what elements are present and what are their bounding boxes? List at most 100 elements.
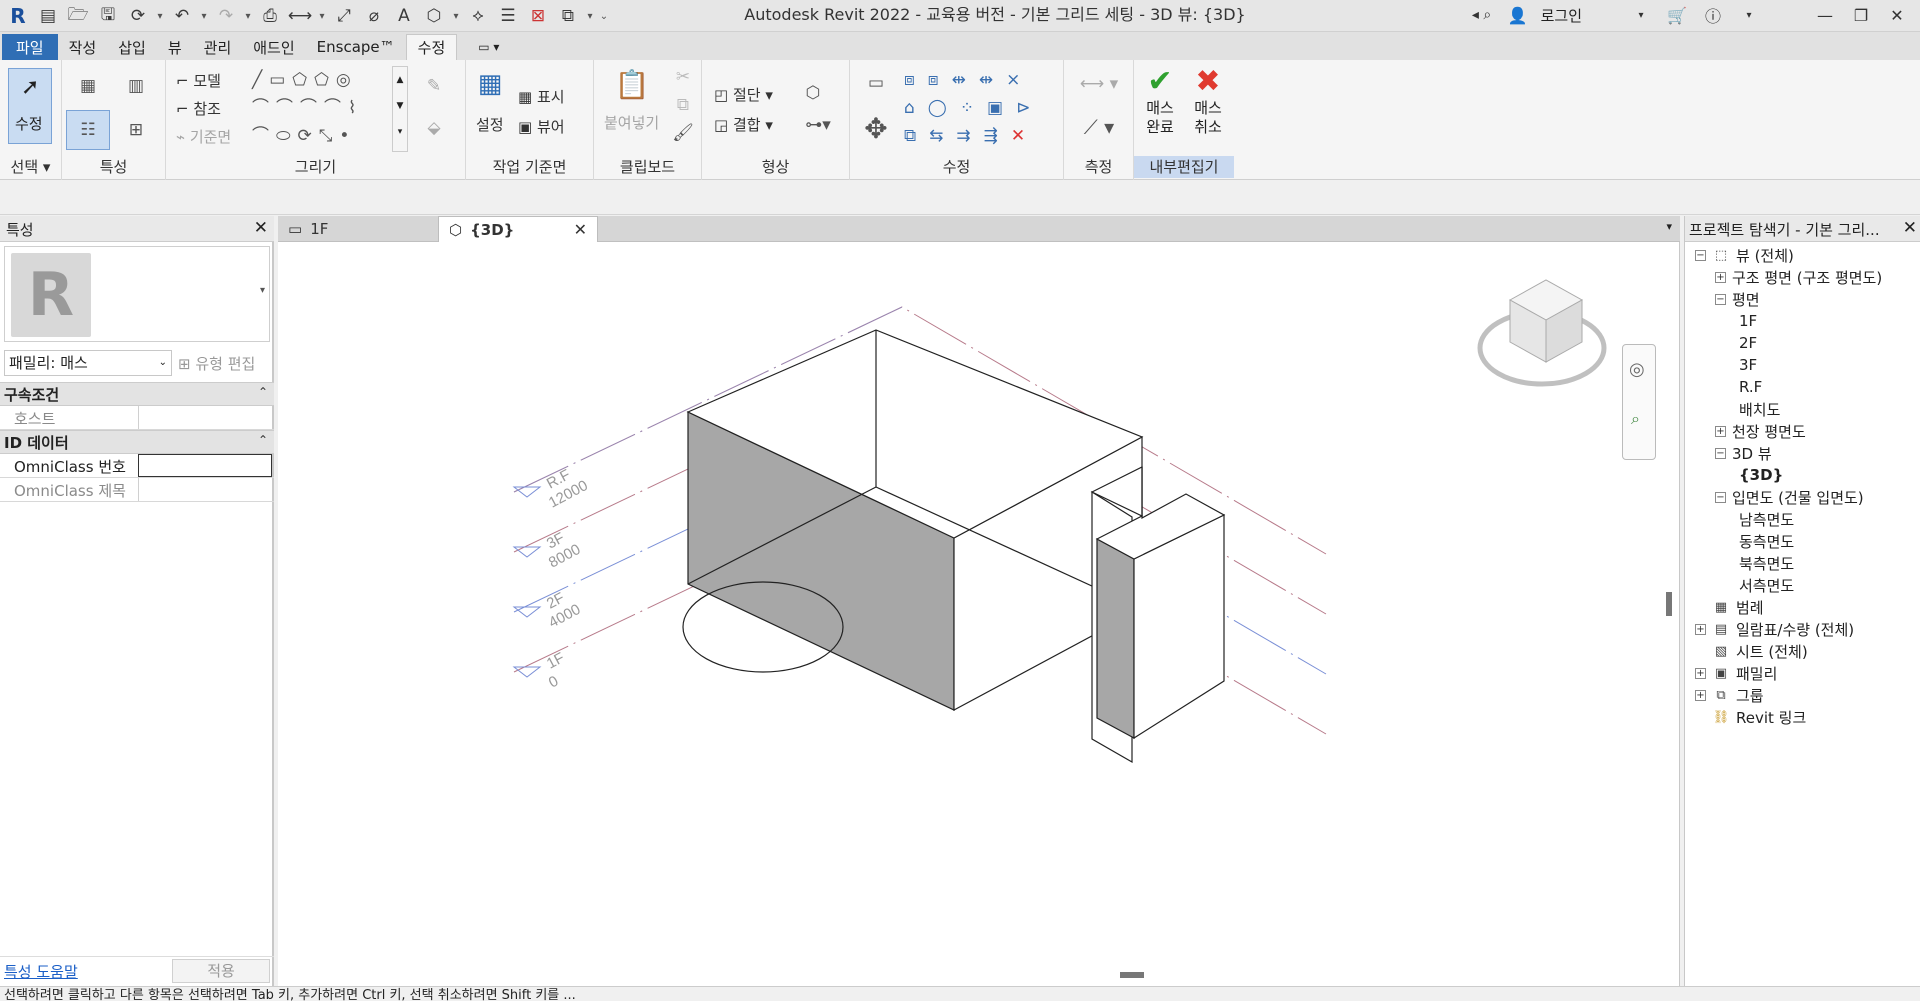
reference-line-button[interactable]: ⌐ 참조 [176,98,221,119]
browser-tree-item[interactable]: ▧ 시트 (전체) [1695,640,1808,662]
draw-gallery-scroll[interactable]: ▲ ▼ ▾ [392,66,408,152]
paste-label[interactable]: 붙여넣기 [604,112,659,133]
browser-tree-item[interactable]: −3D 뷰 [1715,442,1772,464]
steering-wheel-icon[interactable]: ◎ [1629,359,1645,380]
measure-between-icon[interactable]: ⟷ ▾ [1070,72,1128,96]
search-binoculars-icon[interactable]: ◂ ⌕ [1469,2,1495,28]
tab-view[interactable]: 뷰 [157,34,193,60]
wall-joins-icon[interactable]: ⬡ [800,80,826,106]
collapse-icon[interactable]: ⌃ [258,385,268,399]
tab-addins[interactable]: 애드인 [242,34,305,60]
undo-dropdown-icon[interactable]: ▾ [198,3,210,29]
expand-icon[interactable]: + [1695,667,1706,679]
3d-view-icon[interactable]: ⬡ [420,3,448,29]
cancel-mass-button[interactable]: ✖ 매스 취소 [1186,64,1230,156]
properties-toggle-icon[interactable]: ☷ [66,110,110,150]
browser-tree-item[interactable]: 3F [1739,354,1757,376]
thin-lines-icon[interactable]: ☰ [494,3,522,29]
apply-button[interactable]: 적용 [172,959,270,983]
switch-windows-icon[interactable]: ⧉ [554,3,582,29]
browser-tree-item[interactable]: R.F [1739,376,1762,398]
minimize-icon[interactable]: — [1812,2,1838,28]
split-face-icon[interactable]: ⊶▾ [800,112,836,138]
type-selector[interactable]: R ▾ [4,246,270,342]
browser-close-icon[interactable]: ✕ [1903,218,1917,238]
browser-tree-item[interactable]: 배치도 [1739,398,1780,420]
type-properties-icon[interactable]: ▦ [68,66,108,106]
tab-create[interactable]: 작성 [58,34,108,60]
help-icon[interactable]: ⓘ [1700,2,1726,28]
browser-tree-item[interactable]: − 평면 [1715,288,1760,310]
modify-tool-button[interactable]: ➚ 수정 [8,68,52,144]
collapse-icon[interactable]: ⌃ [258,433,268,447]
collapse-icon[interactable]: − [1715,491,1726,503]
close-hidden-icon[interactable]: ⊠ [524,3,552,29]
close-tab-icon[interactable]: ✕ [574,220,587,239]
dimension-tool-icon[interactable]: ⟋ ▾ [1070,110,1128,144]
print-icon[interactable]: ⎙ [256,3,284,29]
redo-icon[interactable]: ↷ [212,3,240,29]
category-identity-data[interactable]: ID 데이터 ⌃ [0,430,274,454]
3d-viewport[interactable]: R.F 12000 3F 8000 2F 4000 1F 0 ◎ ⌕ [278,242,1680,986]
browser-tree-item[interactable]: {3D} [1739,464,1783,486]
family-category-icon[interactable]: ⊞ [116,110,156,150]
tab-modify[interactable]: 수정 [405,34,458,60]
family-filter-select[interactable]: 패밀리: 매스 ⌄ [4,350,172,376]
tab-manage[interactable]: 관리 [193,34,243,60]
browser-tree-item[interactable]: 2F [1739,332,1757,354]
finish-mass-button[interactable]: ✔ 매스 완료 [1138,64,1182,156]
modify-tools-grid[interactable]: ⧈⧈⇹⇹⨯ ⌂◯⁘▣⊳ ⧉⇆⇉⇶✕ [904,66,1060,152]
copy-icon[interactable]: ⧉ [672,94,694,116]
panel-select-label[interactable]: 선택 ▾ [0,156,61,178]
cart-icon[interactable]: 🛒 [1664,2,1690,28]
tab-view-3d[interactable]: ⬡ {3D} ✕ [438,216,598,242]
properties-close-icon[interactable]: ✕ [254,218,268,238]
close-icon[interactable]: ✕ [1884,2,1910,28]
collapse-icon[interactable]: − [1695,249,1706,261]
text-icon[interactable]: A [390,3,418,29]
login-dropdown-icon[interactable]: ▾ [1628,2,1654,28]
save-icon[interactable]: 🖫 [94,3,122,29]
redo-dropdown-icon[interactable]: ▾ [242,3,254,29]
set-work-plane-icon[interactable]: ▦ [472,66,508,102]
customize-qat-icon[interactable]: ⌄ [598,3,610,29]
zoom-icon[interactable]: ⌕ [1631,409,1640,429]
match-properties-icon[interactable]: 🖌 [672,122,694,144]
tab-view-1f[interactable]: ▭ 1F [278,216,438,242]
sync-dropdown-icon[interactable]: ▾ [154,3,166,29]
join-geometry-button[interactable]: ◲ 결합 ▾ [714,114,773,135]
undo-icon[interactable]: ↶ [168,3,196,29]
switch-windows-dropdown-icon[interactable]: ▾ [584,3,596,29]
view-tabs-menu-icon[interactable]: ▾ [1666,220,1672,233]
measure-icon[interactable]: ⟷ [286,3,314,29]
browser-tree-item[interactable]: 서측면도 [1739,574,1794,596]
collapse-icon[interactable]: − [1715,447,1726,459]
category-constraints[interactable]: 구속조건 ⌃ [0,382,274,406]
browser-tree-item[interactable]: − 입면도 (건물 입면도) [1715,486,1864,508]
browser-tree-item[interactable]: − ⬚ 뷰 (전체) [1695,244,1794,266]
paste-icon[interactable]: 📋 [614,64,650,104]
cut-icon[interactable]: ✂ [672,66,694,88]
expand-icon[interactable]: + [1715,425,1726,437]
expand-icon[interactable]: + [1695,689,1706,701]
restore-icon[interactable]: ❐ [1848,2,1874,28]
align-icon[interactable]: ▭ [856,66,896,100]
browser-tree-item[interactable]: 남측면도 [1739,508,1794,530]
browser-tree-item[interactable]: + 구조 평면 (구조 평면도) [1715,266,1882,288]
login-label[interactable]: 로그인 [1541,5,1582,26]
help-dropdown-icon[interactable]: ▾ [1736,2,1762,28]
pick-lines-icon[interactable]: ✎ [414,68,454,104]
horizontal-scrollbar[interactable] [1120,972,1144,978]
dimension-icon[interactable]: ⤢ [330,3,358,29]
revit-logo-icon[interactable]: R [4,3,32,29]
measure-dropdown-icon[interactable]: ▾ [316,3,328,29]
ribbon-display-toggle-icon[interactable]: ▭ ▾ [467,34,510,60]
tab-enscape[interactable]: Enscape™ [306,34,406,60]
collapse-icon[interactable]: − [1715,293,1726,305]
reference-plane-button[interactable]: ⌁ 기준면 [176,126,231,147]
browser-tree-item[interactable]: + ⧉ 그룹 [1695,684,1764,706]
tab-insert[interactable]: 삽입 [107,34,157,60]
browser-tree-item[interactable]: ⛓ Revit 링크 [1695,706,1807,728]
edit-type-button[interactable]: ⊞ 유형 편집 [178,353,255,374]
work-plane-viewer-button[interactable]: ▣ 뷰어 [518,116,565,137]
